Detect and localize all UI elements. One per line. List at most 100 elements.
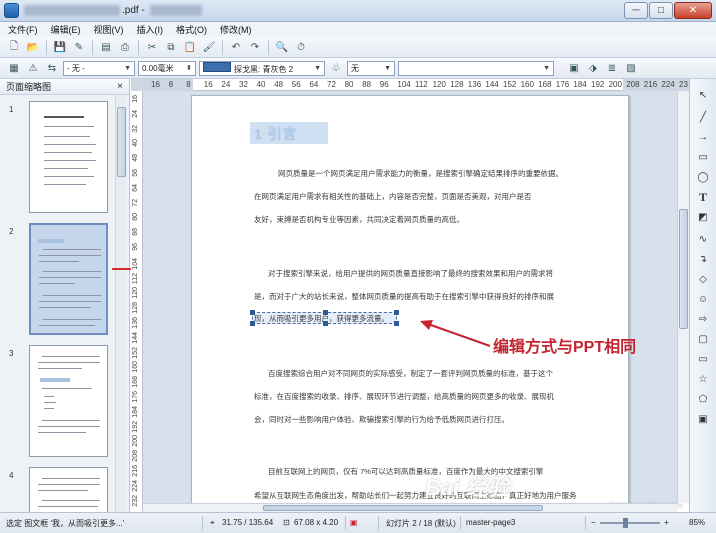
line-width-input[interactable]: 0.00毫米 ⬍ — [138, 60, 196, 76]
ruler-tick-label: 16 — [151, 80, 160, 89]
document-canvas[interactable]: 1 引言 网页质量是一个网页满足用户需求能力的衡量，是搜索引擎确定结果排序的重要… — [143, 91, 677, 503]
page-thumbnail-4[interactable] — [29, 467, 108, 512]
connector-icon[interactable]: ↴ — [695, 251, 711, 267]
area-fill-icon[interactable]: ♧ — [328, 60, 344, 76]
undo-icon[interactable]: ↶ — [228, 39, 244, 55]
line-tool-icon[interactable]: ╱ — [695, 109, 711, 125]
spinner-icon: ⬍ — [186, 65, 192, 72]
menu-format[interactable]: 格式(O) — [176, 23, 207, 36]
insert-image-icon[interactable]: ▣ — [695, 411, 711, 427]
callouts-icon[interactable]: ▭ — [695, 351, 711, 367]
toolbar-separator — [92, 39, 93, 55]
resize-handle[interactable] — [394, 310, 399, 315]
zoom-in-button[interactable]: + — [664, 518, 669, 527]
save-icon[interactable]: 💾 — [52, 39, 68, 55]
menu-insert[interactable]: 插入(I) — [137, 23, 164, 36]
line-style-value: - 无 - — [67, 63, 85, 73]
paragraph-line: 会，同时对一些影响用户体验、欺骗搜索引擎的行为给予低质网页进行打压。 — [254, 415, 509, 424]
object-size: 67.08 x 4.20 — [294, 518, 339, 527]
ellipse-icon[interactable]: ◯ — [695, 169, 711, 185]
select-arrow-icon[interactable]: ↖ — [695, 87, 711, 103]
menu-edit[interactable]: 编辑(E) — [51, 23, 81, 36]
line-style-icon[interactable]: ⚠ — [25, 60, 41, 76]
zoom-out-button[interactable]: − — [591, 518, 596, 527]
master-page-name: master-page3 — [466, 518, 516, 527]
fill-style-select[interactable]: 无 ▼ — [347, 60, 395, 76]
new-document-icon[interactable]: 🗋 — [6, 39, 22, 55]
cut-icon[interactable]: ✂ — [144, 39, 160, 55]
line-width-value: 0.00毫米 — [142, 63, 174, 73]
paragraph-line: 标准，在百度搜索的收录、排序、展现环节进行调整，给高质量的网页更多的收录、展现机 — [254, 392, 554, 401]
ruler-tick-label: 56 — [132, 169, 139, 177]
curve-icon[interactable]: ∿ — [695, 231, 711, 247]
ruler-tick-label: 48 — [274, 80, 284, 89]
redo-icon[interactable]: ↷ — [247, 39, 263, 55]
align-icon[interactable]: ≣ — [604, 60, 620, 76]
menu-file[interactable]: 文件(F) — [8, 23, 38, 36]
maximize-button[interactable]: □ — [649, 2, 673, 19]
zoom-icon[interactable]: 🔍 — [274, 39, 290, 55]
format-paintbrush-icon[interactable]: 🖌 — [201, 39, 217, 55]
menu-view[interactable]: 视图(V) — [94, 23, 124, 36]
basic-shapes-icon[interactable]: ◇ — [695, 271, 711, 287]
edit-file-icon[interactable]: ✎ — [71, 39, 87, 55]
toolbar-separator — [46, 39, 47, 55]
ruler-tick-label: 112 — [132, 272, 139, 284]
arrow-style-icon[interactable]: ⇆ — [44, 60, 60, 76]
ruler-tick-label: 72 — [327, 80, 336, 89]
paragraph-line: 是，而对于广大的站长来说，整体网页质量的提高有助于在搜索引擎中获得良好的排序和展 — [254, 292, 554, 301]
chevron-down-icon: ▼ — [314, 64, 321, 72]
title-bar: .pdf - ─ □ ✕ — [0, 0, 716, 22]
horizontal-scrollbar[interactable] — [143, 503, 677, 512]
page-thumbnail-1[interactable] — [29, 101, 108, 213]
ruler-tick-label: 184 — [573, 80, 587, 89]
text-tool-icon[interactable]: T — [695, 189, 711, 205]
ruler-tick-label: 216 — [132, 465, 139, 477]
minimize-button[interactable]: ─ — [624, 2, 648, 19]
fill-detail-select[interactable]: ▼ — [398, 60, 554, 76]
paste-icon[interactable]: 📋 — [182, 39, 198, 55]
ruler-tick-label: 88 — [132, 228, 139, 236]
close-panel-icon[interactable]: × — [117, 81, 123, 92]
arrow-line-icon[interactable]: → — [695, 129, 711, 145]
close-button[interactable]: ✕ — [674, 2, 712, 19]
menu-modify[interactable]: 修改(M) — [220, 23, 252, 36]
fontwork-icon[interactable]: ◩ — [695, 209, 711, 225]
line-style-select[interactable]: - 无 - ▼ — [63, 60, 135, 76]
horizontal-scroll-thumb[interactable] — [263, 505, 543, 511]
ruler-tick-label: 176 — [555, 80, 570, 89]
vertical-scrollbar[interactable] — [677, 91, 689, 503]
zoom-slider[interactable] — [600, 522, 660, 524]
line-color-select[interactable]: 探戈黑: 青灰色 2 ▼ — [199, 60, 325, 76]
transform-icon[interactable]: ⬗ — [585, 60, 601, 76]
slide-page[interactable]: 1 引言 网页质量是一个网页满足用户需求能力的衡量，是搜索引擎确定结果排序的重要… — [191, 95, 636, 503]
section-heading[interactable]: 1 引言 — [254, 124, 298, 144]
block-arrows-icon[interactable]: ⇨ — [695, 311, 711, 327]
export-pdf-icon[interactable]: ▤ — [98, 39, 114, 55]
print-icon[interactable]: ⎙ — [117, 39, 133, 55]
ruler-tick-label: 200 — [608, 80, 622, 89]
points-icon[interactable]: ⬠ — [695, 391, 711, 407]
ruler-tick-label: 40 — [132, 139, 139, 148]
thumb-number: 3 — [9, 349, 14, 358]
symbol-shapes-icon[interactable]: ☺ — [695, 291, 711, 307]
copy-icon[interactable]: ⧉ — [163, 39, 179, 55]
flowchart-icon[interactable]: ▢ — [695, 331, 711, 347]
ruler-tick-label: 184 — [132, 405, 139, 418]
snap-grid-icon[interactable]: ▦ — [6, 60, 22, 76]
vertical-scroll-thumb[interactable] — [679, 209, 688, 329]
panel-scroll-thumb[interactable] — [117, 107, 126, 177]
open-folder-icon[interactable]: 📂 — [25, 39, 41, 55]
arrange-icon[interactable]: ▧ — [623, 60, 639, 76]
page-thumbnail-3[interactable] — [29, 345, 108, 457]
slideshow-icon[interactable]: ⏱ — [293, 39, 309, 55]
ruler-tick-label: 16 — [132, 95, 139, 103]
rectangle-icon[interactable]: ▭ — [695, 149, 711, 165]
shadow-icon[interactable]: ▣ — [566, 60, 582, 76]
page-thumbnail-2[interactable] — [29, 223, 108, 335]
zoom-slider-handle[interactable] — [623, 518, 628, 528]
ruler-tick-label: 160 — [520, 80, 534, 89]
resize-handle[interactable] — [394, 321, 399, 326]
stars-icon[interactable]: ☆ — [695, 371, 711, 387]
panel-scrollbar[interactable] — [115, 95, 127, 512]
